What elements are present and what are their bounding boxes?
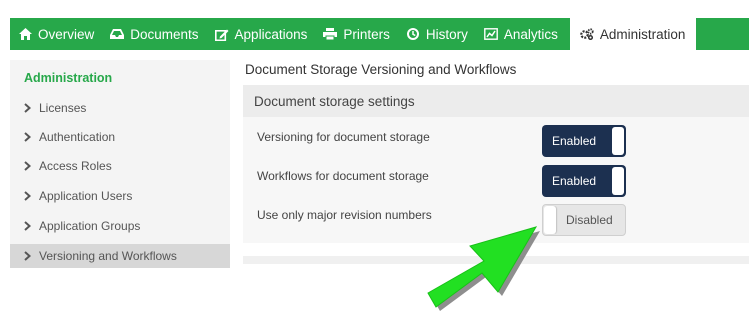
workflows-toggle[interactable]: Enabled [542,165,626,197]
sidebar-item-label: Authentication [39,130,116,144]
tab-history[interactable]: History [398,18,476,50]
tab-overview[interactable]: Overview [10,18,102,50]
sidebar-item-access-roles[interactable]: Access Roles [10,154,230,178]
sidebar-item-versioning-and-workflows[interactable]: Versioning and Workflows [10,244,230,268]
edit-icon [214,27,229,41]
versioning-setting-label: Versioning for document storage [257,130,430,144]
toggle-knob [612,127,624,155]
chevron-right-icon [22,103,32,113]
toggle-state-label: Enabled [552,174,597,188]
toggle-state-label: Disabled [566,213,613,227]
sidebar-item-application-users[interactable]: Application Users [10,184,230,208]
chevron-right-icon [22,191,32,201]
inbox-icon [110,27,125,41]
tab-printers[interactable]: Printers [315,18,398,50]
tab-label: Applications [234,26,308,42]
tab-label: Analytics [503,26,558,42]
chevron-right-icon [22,251,32,261]
versioning-toggle[interactable]: Enabled [542,125,626,157]
tab-label: History [425,26,468,42]
sidebar-item-label: Application Groups [39,219,141,233]
chevron-right-icon [22,132,32,142]
clock-icon [406,27,420,41]
toggle-knob [612,167,624,195]
tab-analytics[interactable]: Analytics [476,18,566,50]
tab-label: Administration [599,26,686,42]
chevron-right-icon [22,221,32,231]
chart-icon [483,27,498,41]
chevron-right-icon [22,161,32,171]
admin-sidebar: Administration Licenses Authentication A… [10,60,230,268]
sidebar-title: Administration [24,71,113,85]
panel-heading: Document storage settings [243,85,749,117]
top-nav-bar: Overview Documents Applications Printers… [10,18,749,50]
toggle-state-label: Enabled [552,134,597,148]
pointer-arrow-icon [405,215,555,315]
tab-administration[interactable]: Administration [569,18,697,50]
sidebar-item-label: Access Roles [39,159,112,173]
sidebar-item-application-groups[interactable]: Application Groups [10,214,230,238]
tab-documents[interactable]: Documents [102,18,206,50]
sidebar-item-licenses[interactable]: Licenses [10,96,230,120]
workflows-setting-label: Workflows for document storage [257,169,429,183]
printer-icon [323,27,338,41]
page-title: Document Storage Versioning and Workflow… [245,62,517,77]
home-icon [18,27,32,41]
cogs-icon [580,27,594,41]
sidebar-item-label: Licenses [39,101,87,115]
sidebar-item-label: Versioning and Workflows [39,249,177,263]
tab-label: Documents [130,26,199,42]
sidebar-item-label: Application Users [39,189,133,203]
tab-applications[interactable]: Applications [207,18,316,50]
tab-label: Overview [38,26,95,42]
sidebar-item-authentication[interactable]: Authentication [10,125,230,149]
panel-heading-text: Document storage settings [254,93,415,109]
tab-label: Printers [343,26,390,42]
